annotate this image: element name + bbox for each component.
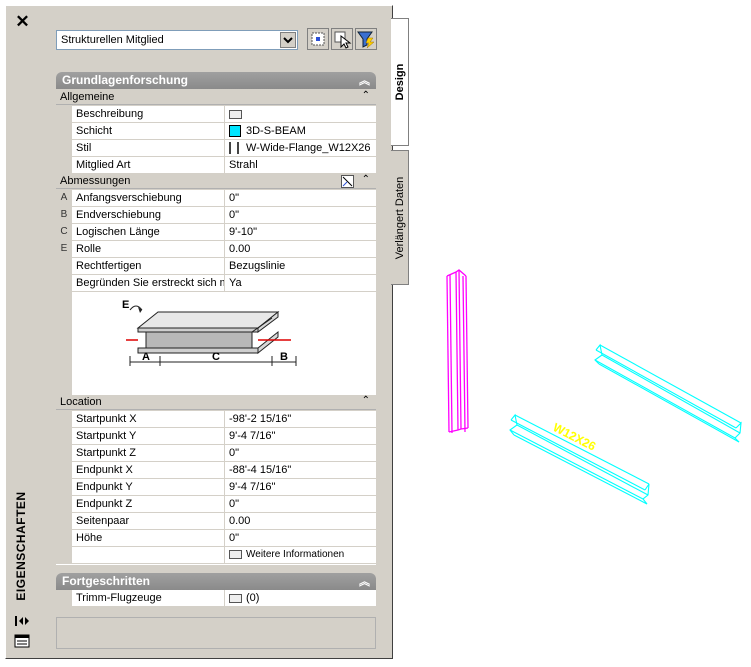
property-row-start-x[interactable]: Startpunkt X -98'-2 15/16" <box>56 411 376 428</box>
dimensions-category-header[interactable]: Abmessungen ⌃ <box>56 174 376 189</box>
row-key <box>56 106 72 122</box>
general-grid: Beschreibung Schicht 3D-S-BEAM Stil W-Wi… <box>56 106 376 174</box>
tab-design[interactable]: Design <box>391 18 409 146</box>
collapse-icon[interactable]: ︽ <box>359 72 370 88</box>
select-objects-icon <box>334 31 352 49</box>
more-info-row[interactable]: Weitere Informationen <box>56 547 376 564</box>
chevron-up-icon[interactable]: ⌃ <box>362 395 370 406</box>
member-style-icon <box>229 142 239 155</box>
select-objects-button[interactable] <box>331 28 353 50</box>
property-row-side-pair[interactable]: Seitenpaar 0.00 <box>56 513 376 530</box>
close-icon[interactable]: ✕ <box>14 13 31 30</box>
toggle-pickadd-button[interactable] <box>307 28 329 50</box>
chevron-up-icon[interactable]: ⌃ <box>362 174 370 185</box>
auto-hide-icon[interactable] <box>14 614 30 628</box>
palette-content: Strukturellen Mitglied Grundlagenforschu… <box>51 14 381 659</box>
property-row-style[interactable]: Stil W-Wide-Flange_W12X26 <box>56 140 376 157</box>
property-row-member-type[interactable]: Mitglied Art Strahl <box>56 157 376 174</box>
chevron-up-icon[interactable]: ⌃ <box>362 90 370 101</box>
property-row-logical-length[interactable]: C Logischen Länge 9'-10" <box>56 224 376 241</box>
property-row-roll[interactable]: E Rolle 0.00 <box>56 241 376 258</box>
chevron-down-icon[interactable] <box>280 32 296 48</box>
drawing-area[interactable]: W12X26 <box>400 250 751 510</box>
svg-text:B: B <box>280 351 288 363</box>
property-row-end-y[interactable]: Endpunkt Y 9'-4 7/16" <box>56 479 376 496</box>
svg-text:E: E <box>122 299 129 311</box>
location-category-header[interactable]: Location ⌃ <box>56 395 376 410</box>
palette-titlebar[interactable]: ✕ EIGENSCHAFTEN <box>6 6 36 658</box>
property-row-start-z[interactable]: Startpunkt Z 0" <box>56 445 376 462</box>
quick-select-button[interactable] <box>355 28 377 50</box>
property-row-start-y[interactable]: Startpunkt Y 9'-4 7/16" <box>56 428 376 445</box>
magenta-column-member[interactable] <box>446 269 469 434</box>
advanced-grid: Trimm-Flugzeuge (0) <box>56 590 376 607</box>
property-row-end-offset[interactable]: B Endverschiebung 0" <box>56 207 376 224</box>
object-type-select[interactable]: Strukturellen Mitglied <box>56 30 298 50</box>
cyan-beam-upper[interactable] <box>594 343 742 443</box>
properties-palette: ✕ EIGENSCHAFTEN Strukturellen Mitglied G… <box>5 5 393 659</box>
layer-color-icon <box>229 125 241 138</box>
row-key <box>56 123 72 139</box>
dimension-diagram-icon[interactable] <box>341 175 354 188</box>
property-row-elevation[interactable]: Höhe 0" <box>56 530 376 547</box>
advanced-section-header[interactable]: Fortgeschritten ︽ <box>56 573 376 590</box>
beam-sketch <box>126 305 297 366</box>
property-row-justify[interactable]: Rechtfertigen Bezugslinie <box>56 258 376 275</box>
basic-section-header[interactable]: Grundlagenforschung ︽ <box>56 72 376 89</box>
svg-text:C: C <box>212 351 220 363</box>
row-key <box>56 157 72 173</box>
properties-menu-icon[interactable] <box>14 634 30 648</box>
dimensions-grid: A Anfangsverschiebung 0" B Endverschiebu… <box>56 190 376 395</box>
property-row-end-x[interactable]: Endpunkt X -88'-4 15/16" <box>56 462 376 479</box>
property-row-start-offset[interactable]: A Anfangsverschiebung 0" <box>56 190 376 207</box>
collapse-icon[interactable]: ︽ <box>359 573 370 589</box>
more-info-link[interactable]: Weitere Informationen <box>246 549 344 560</box>
row-key <box>56 140 72 156</box>
trim-planes-editor-icon[interactable] <box>229 593 242 603</box>
description-editor-icon[interactable] <box>229 109 242 119</box>
palette-title: EIGENSCHAFTEN <box>14 491 28 601</box>
cyan-beam-lower[interactable] <box>509 413 650 505</box>
quick-select-icon <box>357 31 375 49</box>
beam-dimension-diagram: E A C B <box>122 299 297 366</box>
property-row-justify-extends[interactable]: Begründen Sie erstreckt sich mit Ya <box>56 275 376 292</box>
property-row-description[interactable]: Beschreibung <box>56 106 376 123</box>
description-pane <box>56 617 376 649</box>
property-row-trim-planes[interactable]: Trimm-Flugzeuge (0) <box>56 590 376 607</box>
svg-text:A: A <box>142 351 150 363</box>
location-grid: Startpunkt X -98'-2 15/16" Startpunkt Y … <box>56 411 376 565</box>
pickadd-icon <box>311 32 325 46</box>
property-row-end-z[interactable]: Endpunkt Z 0" <box>56 496 376 513</box>
more-info-icon <box>229 549 242 559</box>
property-row-layer[interactable]: Schicht 3D-S-BEAM <box>56 123 376 140</box>
general-category-header[interactable]: Allgemeine ⌃ <box>56 90 376 105</box>
